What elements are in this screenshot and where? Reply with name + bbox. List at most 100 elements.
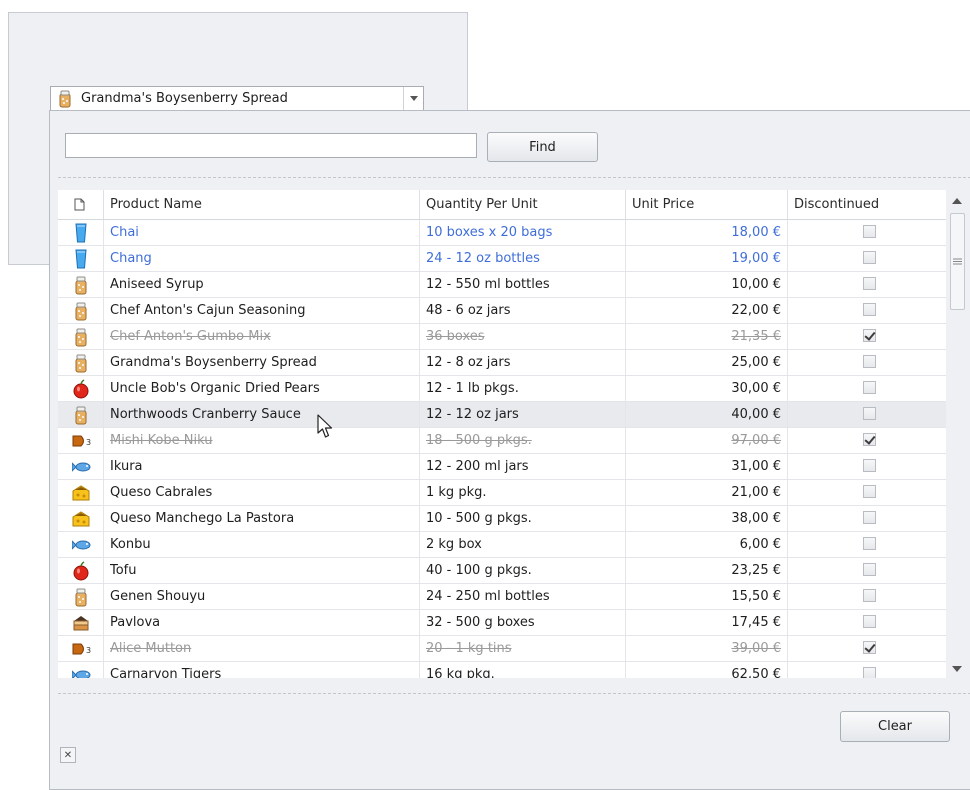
cheese-icon	[72, 509, 90, 529]
discontinued-cell	[788, 298, 946, 323]
table-row[interactable]: Chef Anton's Cajun Seasoning 48 - 6 oz ja…	[58, 298, 946, 324]
quantity-per-unit-cell: 24 - 12 oz bottles	[420, 246, 626, 271]
product-icon-cell	[58, 246, 104, 271]
quantity-per-unit-cell: 18 - 500 g pkgs.	[420, 428, 626, 453]
discontinued-checkbox[interactable]	[863, 563, 876, 576]
close-popup-button[interactable]: ✕	[60, 747, 76, 763]
discontinued-cell	[788, 584, 946, 609]
discontinued-checkbox[interactable]	[863, 329, 876, 342]
products-grid: Product Name Quantity Per Unit Unit Pric…	[58, 190, 946, 678]
search-input[interactable]	[65, 133, 477, 158]
discontinued-checkbox[interactable]	[863, 511, 876, 524]
discontinued-checkbox[interactable]	[863, 225, 876, 238]
discontinued-cell	[788, 376, 946, 401]
discontinued-checkbox[interactable]	[863, 485, 876, 498]
find-button[interactable]: Find	[487, 132, 598, 162]
discontinued-cell	[788, 454, 946, 479]
scrollbar-thumb[interactable]	[950, 213, 965, 310]
product-icon-cell	[58, 324, 104, 349]
product-icon-cell	[58, 506, 104, 531]
discontinued-checkbox[interactable]	[863, 537, 876, 550]
discontinued-checkbox[interactable]	[863, 641, 876, 654]
column-header-icon[interactable]	[58, 190, 104, 219]
discontinued-checkbox[interactable]	[863, 251, 876, 264]
product-name-cell: Chef Anton's Gumbo Mix	[104, 324, 420, 349]
table-row[interactable]: Queso Cabrales 1 kg pkg. 21,00 €	[58, 480, 946, 506]
table-row[interactable]: Tofu 40 - 100 g pkgs. 23,25 €	[58, 558, 946, 584]
discontinued-checkbox[interactable]	[863, 303, 876, 316]
discontinued-checkbox[interactable]	[863, 589, 876, 602]
apple-icon	[72, 561, 90, 581]
unit-price-cell: 6,00 €	[626, 532, 788, 557]
unit-price-cell: 21,00 €	[626, 480, 788, 505]
jar-icon	[57, 90, 73, 112]
product-icon-cell	[58, 402, 104, 427]
chevron-down-icon	[409, 96, 418, 101]
unit-price-cell: 38,00 €	[626, 506, 788, 531]
scroll-down-icon[interactable]	[951, 664, 963, 674]
discontinued-checkbox[interactable]	[863, 277, 876, 290]
product-name-cell: Grandma's Boysenberry Spread	[104, 350, 420, 375]
fish-icon	[71, 457, 91, 477]
discontinued-cell	[788, 610, 946, 635]
product-name-cell: Genen Shouyu	[104, 584, 420, 609]
clear-button[interactable]: Clear	[840, 711, 950, 742]
discontinued-checkbox[interactable]	[863, 381, 876, 394]
product-name-cell: Konbu	[104, 532, 420, 557]
table-row[interactable]: 3 Alice Mutton 20 - 1 kg tins 39,00 €	[58, 636, 946, 662]
scroll-up-icon[interactable]	[951, 196, 963, 206]
product-icon-cell	[58, 376, 104, 401]
discontinued-checkbox[interactable]	[863, 667, 876, 678]
product-name-cell: Tofu	[104, 558, 420, 583]
table-row[interactable]: Aniseed Syrup 12 - 550 ml bottles 10,00 €	[58, 272, 946, 298]
mouse-cursor-icon	[317, 414, 333, 438]
unit-price-cell: 22,00 €	[626, 298, 788, 323]
column-header-unit-price[interactable]: Unit Price	[626, 190, 788, 219]
table-row[interactable]: Grandma's Boysenberry Spread 12 - 8 oz ja…	[58, 350, 946, 376]
table-row[interactable]: Ikura 12 - 200 ml jars 31,00 €	[58, 454, 946, 480]
quantity-per-unit-cell: 36 boxes	[420, 324, 626, 349]
column-header-discontinued[interactable]: Discontinued	[788, 190, 946, 219]
dropdown-button[interactable]	[403, 87, 423, 110]
product-name-cell: Northwoods Cranberry Sauce	[104, 402, 420, 427]
discontinued-cell	[788, 506, 946, 531]
table-row[interactable]: Queso Manchego La Pastora 10 - 500 g pkgs…	[58, 506, 946, 532]
product-name-cell: Chef Anton's Cajun Seasoning	[104, 298, 420, 323]
discontinued-cell	[788, 636, 946, 661]
discontinued-checkbox[interactable]	[863, 433, 876, 446]
condiment-jar-icon	[72, 327, 90, 347]
condiment-jar-icon	[72, 353, 90, 373]
quantity-per-unit-cell: 10 - 500 g pkgs.	[420, 506, 626, 531]
table-row[interactable]: Carnarvon Tigers 16 kg pkg. 62,50 €	[58, 662, 946, 678]
product-name-cell: Chang	[104, 246, 420, 271]
discontinued-checkbox[interactable]	[863, 615, 876, 628]
column-header-product-name[interactable]: Product Name	[104, 190, 420, 219]
vertical-scrollbar[interactable]	[946, 190, 968, 678]
grip-icon	[953, 258, 962, 265]
table-row[interactable]: Uncle Bob's Organic Dried Pears 12 - 1 lb…	[58, 376, 946, 402]
discontinued-cell	[788, 532, 946, 557]
table-row[interactable]: Konbu 2 kg box 6,00 €	[58, 532, 946, 558]
discontinued-checkbox[interactable]	[863, 407, 876, 420]
beverage-icon	[72, 249, 90, 269]
cake-icon	[72, 613, 90, 633]
apple-icon	[72, 379, 90, 399]
svg-text:3: 3	[86, 438, 91, 447]
table-row[interactable]: 3 Mishi Kobe Niku 18 - 500 g pkgs. 97,00 €	[58, 428, 946, 454]
table-row[interactable]: Genen Shouyu 24 - 250 ml bottles 15,50 €	[58, 584, 946, 610]
table-row[interactable]: Chang 24 - 12 oz bottles 19,00 €	[58, 246, 946, 272]
discontinued-cell	[788, 324, 946, 349]
unit-price-cell: 30,00 €	[626, 376, 788, 401]
column-header-quantity-per-unit[interactable]: Quantity Per Unit	[420, 190, 626, 219]
discontinued-checkbox[interactable]	[863, 459, 876, 472]
table-row[interactable]: Chef Anton's Gumbo Mix 36 boxes 21,35 €	[58, 324, 946, 350]
product-name-cell: Alice Mutton	[104, 636, 420, 661]
condiment-jar-icon	[72, 275, 90, 295]
table-row[interactable]: Pavlova 32 - 500 g boxes 17,45 €	[58, 610, 946, 636]
table-row[interactable]: Chai 10 boxes x 20 bags 18,00 €	[58, 220, 946, 246]
quantity-per-unit-cell: 24 - 250 ml bottles	[420, 584, 626, 609]
product-name-cell: Aniseed Syrup	[104, 272, 420, 297]
product-lookup-editor[interactable]: Grandma's Boysenberry Spread	[50, 86, 424, 111]
table-row[interactable]: Northwoods Cranberry Sauce 12 - 12 oz jar…	[58, 402, 946, 428]
discontinued-checkbox[interactable]	[863, 355, 876, 368]
